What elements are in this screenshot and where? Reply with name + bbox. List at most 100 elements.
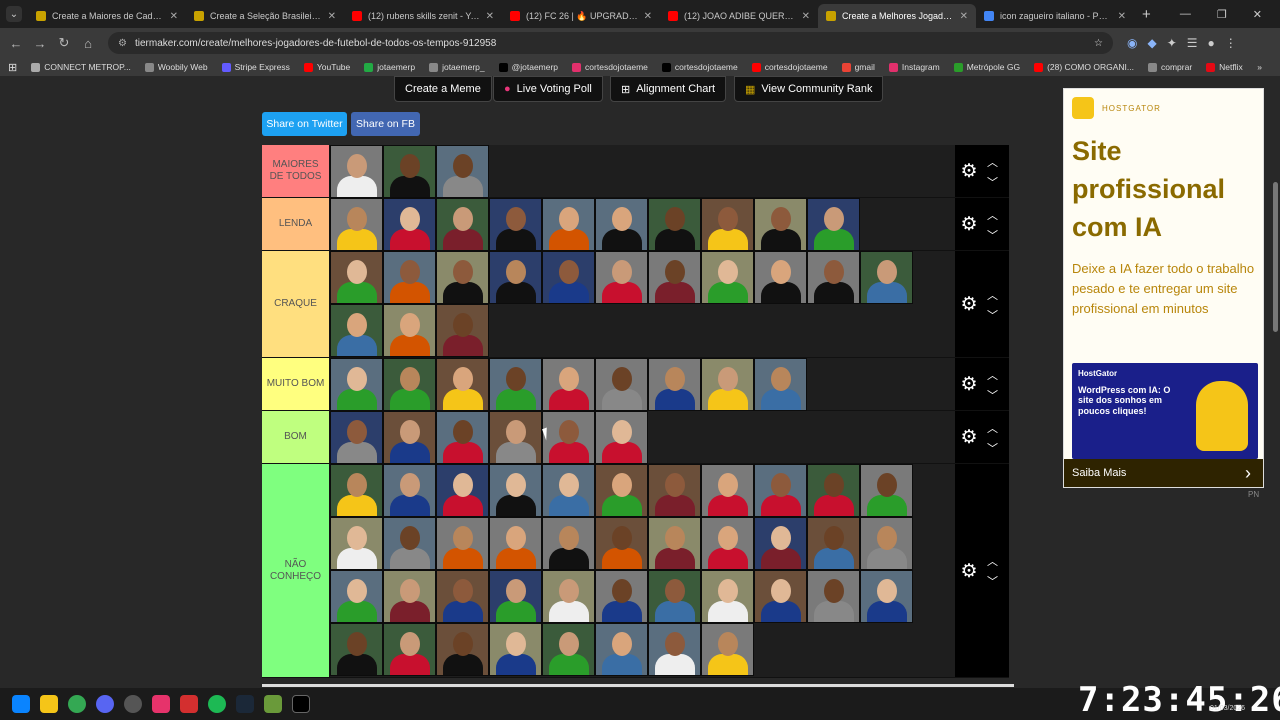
- player-card[interactable]: [701, 517, 754, 570]
- create-meme-button[interactable]: Create a Meme: [394, 76, 492, 102]
- app-icon[interactable]: [124, 695, 142, 713]
- move-down-icon[interactable]: ﹀: [987, 227, 998, 243]
- tab-close-icon[interactable]: ✕: [170, 11, 178, 22]
- player-card[interactable]: [542, 358, 595, 411]
- apps-icon[interactable]: ⊞: [8, 61, 17, 74]
- bookmark-item[interactable]: (28) COMO ORGANI...: [1034, 62, 1134, 72]
- player-card[interactable]: [648, 358, 701, 411]
- more-icon[interactable]: ⋮: [1225, 36, 1237, 50]
- player-card[interactable]: [330, 411, 383, 464]
- gear-icon[interactable]: ⚙: [958, 374, 980, 396]
- player-card[interactable]: [701, 623, 754, 676]
- player-card[interactable]: [330, 251, 383, 304]
- move-down-icon[interactable]: ﹀: [987, 440, 998, 456]
- player-card[interactable]: [330, 145, 383, 198]
- browser-tab[interactable]: icon zagueiro italiano - Pesquisa ✕: [976, 4, 1134, 28]
- extension-icon[interactable]: ◉: [1127, 36, 1137, 50]
- player-card[interactable]: [542, 464, 595, 517]
- ad-banner[interactable]: HostGator WordPress com IA: O site dos s…: [1072, 363, 1258, 459]
- player-card[interactable]: [860, 570, 913, 623]
- tab-close-icon[interactable]: ✕: [802, 11, 810, 22]
- chrome-icon[interactable]: [68, 695, 86, 713]
- player-card[interactable]: [436, 464, 489, 517]
- bookmark-item[interactable]: YouTube: [303, 62, 350, 72]
- forward-button[interactable]: →: [28, 36, 52, 51]
- bookmarks-overflow-button[interactable]: »: [1257, 62, 1262, 72]
- file-explorer-icon[interactable]: [40, 695, 58, 713]
- home-button[interactable]: ⌂: [76, 36, 100, 51]
- app-icon[interactable]: [180, 695, 198, 713]
- player-card[interactable]: [701, 570, 754, 623]
- player-card[interactable]: [489, 517, 542, 570]
- puzzle-icon[interactable]: ✦: [1167, 36, 1177, 50]
- site-info-icon[interactable]: ⚙: [118, 38, 127, 49]
- tab-close-icon[interactable]: ✕: [1118, 11, 1126, 22]
- player-card[interactable]: [860, 464, 913, 517]
- profile-avatar[interactable]: ●: [1208, 36, 1215, 50]
- player-card[interactable]: [383, 251, 436, 304]
- tab-close-icon[interactable]: ✕: [960, 11, 968, 22]
- bookmark-item[interactable]: Metrópole GG: [953, 62, 1020, 72]
- player-card[interactable]: [436, 304, 489, 357]
- back-button[interactable]: ←: [4, 36, 28, 51]
- maximize-button[interactable]: ❐: [1217, 8, 1227, 21]
- discord-icon[interactable]: [96, 695, 114, 713]
- player-card[interactable]: [754, 517, 807, 570]
- bookmark-item[interactable]: comprar: [1147, 62, 1192, 72]
- bookmark-item[interactable]: cortesdojotaeme: [661, 62, 738, 72]
- browser-tab[interactable]: (12) FC 26 | 🔥 UPGRADE FANTA... ✕: [502, 4, 660, 28]
- player-card[interactable]: [595, 517, 648, 570]
- tab-close-icon[interactable]: ✕: [328, 11, 336, 22]
- player-card[interactable]: [595, 623, 648, 676]
- community-rank-button[interactable]: ▦ View Community Rank: [734, 76, 884, 102]
- player-card[interactable]: [807, 464, 860, 517]
- player-card[interactable]: [383, 517, 436, 570]
- player-card[interactable]: [489, 198, 542, 251]
- player-card[interactable]: [330, 570, 383, 623]
- ad-cta-button[interactable]: Saiba Mais ›: [1064, 459, 1263, 487]
- player-card[interactable]: [701, 251, 754, 304]
- browser-tab[interactable]: Create a Melhores Jogadores De... ✕: [818, 4, 976, 28]
- scrollbar[interactable]: [1272, 76, 1278, 686]
- player-card[interactable]: [330, 304, 383, 357]
- player-card[interactable]: [648, 251, 701, 304]
- player-card[interactable]: [595, 358, 648, 411]
- player-card[interactable]: [595, 411, 648, 464]
- bookmark-item[interactable]: cortesdojotaeme: [572, 62, 648, 72]
- tier-label[interactable]: LENDA: [262, 198, 330, 250]
- player-card[interactable]: [542, 570, 595, 623]
- tier-label[interactable]: CRAQUE: [262, 251, 330, 357]
- gear-icon[interactable]: ⚙: [958, 294, 980, 316]
- player-card[interactable]: [436, 517, 489, 570]
- share-twitter-button[interactable]: Share on Twitter: [262, 112, 347, 136]
- windows-start-icon[interactable]: [12, 695, 30, 713]
- player-card[interactable]: [807, 517, 860, 570]
- bookmark-item[interactable]: Netflix: [1206, 62, 1243, 72]
- url-field[interactable]: ⚙ tiermaker.com/create/melhores-jogadore…: [108, 32, 1113, 54]
- player-card[interactable]: [489, 570, 542, 623]
- player-card[interactable]: [542, 517, 595, 570]
- browser-tab[interactable]: Create a Seleção Brasileira - 20... ✕: [186, 4, 344, 28]
- tab-close-icon[interactable]: ✕: [644, 11, 652, 22]
- gear-icon[interactable]: ⚙: [958, 161, 980, 183]
- horizontal-scrollbar[interactable]: [262, 684, 1014, 687]
- bookmark-item[interactable]: Instagram: [888, 62, 940, 72]
- advertisement[interactable]: HOSTGATOR Site profissional com IA Deixe…: [1063, 88, 1264, 488]
- player-card[interactable]: [330, 358, 383, 411]
- reload-button[interactable]: ↻: [52, 35, 76, 51]
- tab-close-icon[interactable]: ✕: [486, 11, 494, 22]
- player-card[interactable]: [595, 251, 648, 304]
- new-tab-button[interactable]: +: [1142, 6, 1151, 23]
- player-card[interactable]: [383, 145, 436, 198]
- player-card[interactable]: [383, 623, 436, 676]
- player-card[interactable]: [383, 304, 436, 357]
- player-card[interactable]: [595, 570, 648, 623]
- move-up-icon[interactable]: ︿: [987, 420, 998, 436]
- player-card[interactable]: [595, 198, 648, 251]
- player-card[interactable]: [754, 198, 807, 251]
- player-card[interactable]: [701, 464, 754, 517]
- player-card[interactable]: [330, 623, 383, 676]
- player-card[interactable]: [754, 251, 807, 304]
- player-card[interactable]: [489, 358, 542, 411]
- player-card[interactable]: [330, 198, 383, 251]
